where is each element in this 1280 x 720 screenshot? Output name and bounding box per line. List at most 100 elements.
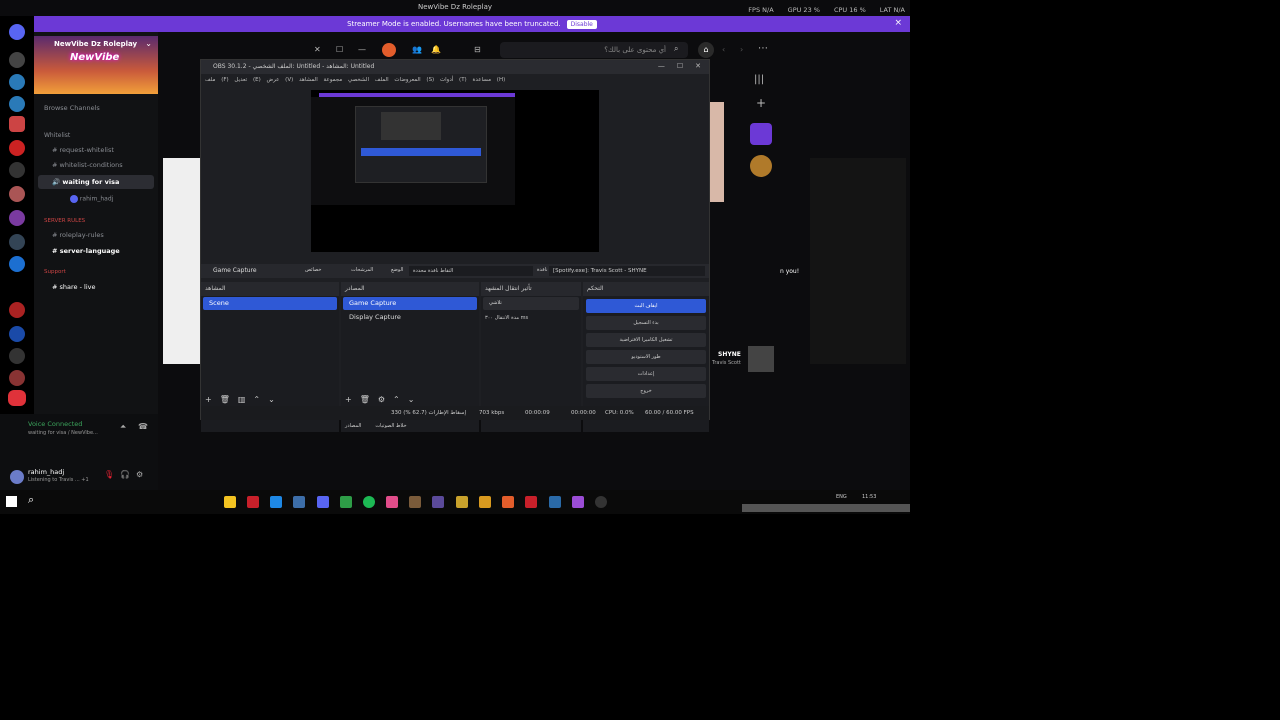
transition-type-select[interactable]: تلاشي bbox=[483, 297, 579, 310]
app-icon[interactable] bbox=[340, 496, 352, 508]
server-icon[interactable] bbox=[9, 234, 25, 250]
properties-button[interactable]: خصائص bbox=[305, 267, 321, 273]
server-icon[interactable] bbox=[9, 96, 25, 112]
plus-icon[interactable]: + bbox=[756, 96, 766, 110]
app-icon[interactable] bbox=[572, 496, 584, 508]
filter-icon[interactable]: ▥ bbox=[238, 395, 246, 404]
liked-songs-icon[interactable] bbox=[750, 123, 772, 145]
up-icon[interactable]: ⌃ bbox=[393, 395, 400, 404]
source-item[interactable]: Display Capture bbox=[343, 311, 477, 324]
scene-item[interactable]: Scene bbox=[203, 297, 337, 310]
server-icon[interactable] bbox=[9, 370, 25, 386]
more-icon[interactable]: ⋯ bbox=[758, 43, 768, 54]
tray-clock[interactable]: 11:53 bbox=[862, 494, 876, 500]
chevron-down-icon[interactable]: ⌄ bbox=[145, 39, 152, 48]
disable-streamer-mode-button[interactable]: Disable bbox=[566, 19, 597, 29]
disconnect-icon[interactable]: ☎ bbox=[138, 422, 148, 431]
tab-audio-mixer[interactable]: خلاط الصوتيات bbox=[375, 423, 406, 429]
headphones-icon[interactable]: 🎧 bbox=[120, 470, 130, 479]
server-icon[interactable] bbox=[9, 74, 25, 90]
obs-menu-bar[interactable]: ملف (F) تعديل (E) عرض (V) المعروضات المل… bbox=[201, 74, 709, 86]
server-icon[interactable] bbox=[9, 326, 25, 342]
window-select[interactable]: [Spotify.exe]: Travis Scott - SHYNE bbox=[549, 266, 705, 276]
trash-icon[interactable]: 🗑 bbox=[360, 395, 370, 404]
app-icon[interactable] bbox=[386, 496, 398, 508]
spotify-icon[interactable] bbox=[363, 496, 375, 508]
down-icon[interactable]: ⌄ bbox=[268, 395, 275, 404]
avatar[interactable] bbox=[382, 43, 396, 57]
voice-member[interactable]: rahim_hadj bbox=[70, 195, 113, 203]
obs-preview[interactable] bbox=[311, 90, 599, 252]
category-whitelist[interactable]: Whitelist bbox=[44, 132, 70, 139]
up-icon[interactable]: ⌃ bbox=[253, 395, 260, 404]
discord-home-icon[interactable] bbox=[9, 24, 25, 40]
exit-button[interactable]: خروج bbox=[586, 384, 706, 398]
system-tray[interactable] bbox=[742, 504, 910, 512]
category-support[interactable]: Support bbox=[44, 269, 66, 275]
start-recording-button[interactable]: بدء التسجيل bbox=[586, 316, 706, 330]
app-icon[interactable] bbox=[432, 496, 444, 508]
server-icon[interactable] bbox=[9, 116, 25, 132]
channel-request-whitelist[interactable]: # request-whitelist bbox=[52, 146, 114, 154]
bell-icon[interactable]: 🔔 bbox=[431, 45, 441, 54]
server-banner[interactable]: NewVibe Dz Roleplay NewVibe ⌄ bbox=[34, 36, 158, 94]
mute-mic-icon[interactable]: 🎙 bbox=[104, 470, 114, 479]
app-icon[interactable] bbox=[525, 496, 537, 508]
filters-button[interactable]: المرشحات bbox=[351, 267, 373, 273]
mode-select[interactable]: التقاط نافذة محددة bbox=[409, 266, 533, 276]
search-icon[interactable]: ⌕ bbox=[674, 44, 678, 54]
friends-icon[interactable]: 👥 bbox=[412, 45, 422, 54]
app-icon[interactable] bbox=[456, 496, 468, 508]
library-icon[interactable]: ||| bbox=[754, 74, 764, 85]
file-explorer-icon[interactable] bbox=[224, 496, 236, 508]
server-icon[interactable] bbox=[9, 162, 25, 178]
server-icon[interactable] bbox=[9, 52, 25, 68]
maximize-icon[interactable]: ☐ bbox=[677, 62, 683, 70]
settings-button[interactable]: إعدادات bbox=[586, 367, 706, 381]
server-icon[interactable] bbox=[9, 140, 25, 156]
forward-icon[interactable]: › bbox=[740, 45, 743, 54]
obs-icon[interactable] bbox=[595, 496, 607, 508]
server-icon[interactable] bbox=[9, 210, 25, 226]
home-icon[interactable]: ⌂ bbox=[698, 42, 714, 58]
discord-icon[interactable] bbox=[317, 496, 329, 508]
tray-language[interactable]: ENG bbox=[836, 494, 847, 500]
app-icon[interactable] bbox=[270, 496, 282, 508]
tab-sources[interactable]: المصادر bbox=[345, 423, 361, 429]
studio-mode-button[interactable]: طور الاستوديو bbox=[586, 350, 706, 364]
minimize-icon[interactable]: — bbox=[658, 62, 665, 70]
voice-channel-path[interactable]: waiting for visa / NewVibe... bbox=[28, 430, 98, 436]
gear-icon[interactable]: ⚙ bbox=[136, 470, 143, 479]
server-icon[interactable] bbox=[9, 256, 25, 272]
source-item[interactable]: Game Capture bbox=[343, 297, 477, 310]
maximize-icon[interactable]: ☐ bbox=[336, 45, 343, 54]
playlist-thumb[interactable] bbox=[750, 155, 772, 177]
app-icon[interactable] bbox=[247, 496, 259, 508]
back-icon[interactable]: ‹ bbox=[722, 45, 725, 54]
server-icon[interactable] bbox=[9, 302, 25, 318]
search-input[interactable]: أي محتوى على بالك؟ bbox=[500, 42, 688, 58]
track-artist[interactable]: Travis Scott bbox=[712, 360, 741, 366]
channel-roleplay-rules[interactable]: # roleplay-rules bbox=[52, 231, 104, 239]
stop-streaming-button[interactable]: ايقاف البث bbox=[586, 299, 706, 313]
app-icon[interactable] bbox=[479, 496, 491, 508]
server-icon[interactable] bbox=[9, 186, 25, 202]
browse-channels[interactable]: Browse Channels bbox=[44, 104, 100, 112]
track-title[interactable]: SHYNE bbox=[718, 351, 741, 358]
add-icon[interactable]: + bbox=[205, 395, 212, 404]
close-icon[interactable]: ✕ bbox=[314, 45, 321, 54]
channel-server-language[interactable]: # server-language bbox=[52, 247, 120, 255]
down-icon[interactable]: ⌄ bbox=[408, 395, 415, 404]
transition-duration[interactable]: مدة الانتقال ٣٠٠ ms bbox=[481, 311, 581, 325]
add-icon[interactable]: + bbox=[345, 395, 352, 404]
channel-share-live[interactable]: # share - live bbox=[52, 283, 95, 291]
app-icon[interactable] bbox=[409, 496, 421, 508]
virtual-camera-button[interactable]: تشغيل الكاميرا الافتراضية bbox=[586, 333, 706, 347]
minimize-icon[interactable]: — bbox=[358, 45, 366, 54]
app-icon[interactable] bbox=[502, 496, 514, 508]
avatar[interactable] bbox=[10, 470, 24, 484]
category-server-rules[interactable]: SERVER RULES bbox=[44, 218, 85, 224]
app-icon[interactable] bbox=[549, 496, 561, 508]
gear-icon[interactable]: ⚙ bbox=[378, 395, 385, 404]
channel-whitelist-conditions[interactable]: # whitelist-conditions bbox=[52, 161, 123, 169]
